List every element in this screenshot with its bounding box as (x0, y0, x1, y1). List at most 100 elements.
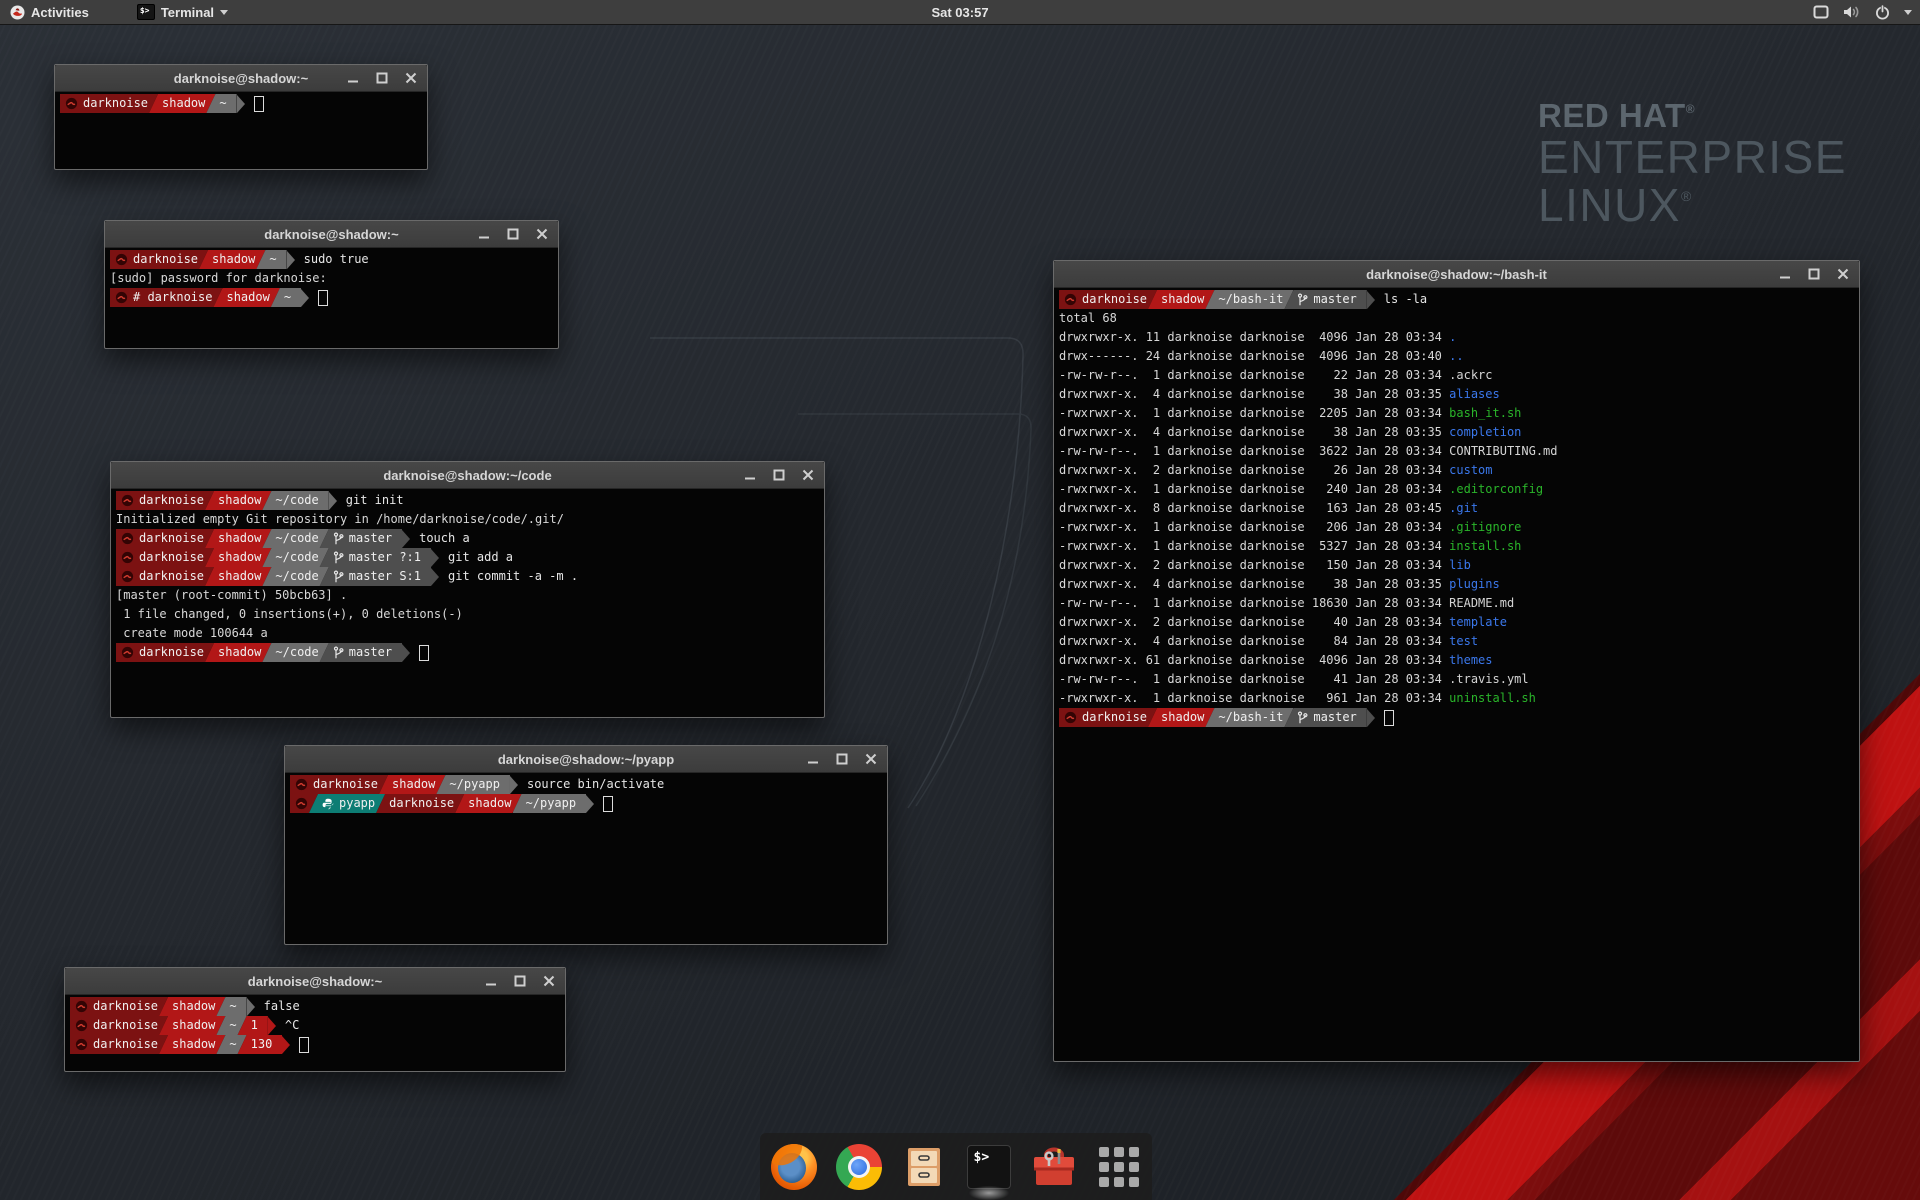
prompt-segment-host: shadow (205, 491, 271, 510)
prompt-segment-text: shadow (1161, 708, 1204, 727)
prompt-segment-path: ~/code (262, 643, 328, 662)
close-button[interactable] (1836, 267, 1850, 281)
prompt-segment-text: darknoise (139, 567, 204, 586)
terminal-content[interactable]: darknoiseshadow~sudo true[sudo] password… (105, 248, 558, 309)
app-grid-icon[interactable] (1095, 1143, 1143, 1191)
prompt-segment-text: shadow (218, 548, 261, 567)
terminal-content[interactable]: darknoiseshadow~/pyappsource bin/activat… (285, 773, 887, 815)
prompt-segment-text: shadow (218, 529, 261, 548)
prompt-segment-path: ~/code (262, 548, 328, 567)
screen-icon (1813, 5, 1829, 19)
terminal-line: Initialized empty Git repository in /hom… (116, 510, 819, 529)
close-icon (405, 72, 417, 84)
maximize-button[interactable] (772, 468, 786, 482)
maximize-button[interactable] (1807, 267, 1821, 281)
activities-label: Activities (31, 5, 89, 20)
close-button[interactable] (404, 71, 418, 85)
terminal-line: -rwxrwxr-x. 1 darknoise darknoise 5327 J… (1059, 537, 1854, 556)
prompt-segment-text: shadow (218, 491, 261, 510)
watermark-line3: LINUX® (1538, 182, 1847, 230)
maximize-button[interactable] (513, 974, 527, 988)
prompt-segment-text: 130 (251, 1035, 273, 1054)
watermark-line2: ENTERPRISE (1538, 134, 1847, 182)
ls-row-details: drwxrwxr-x. 4 darknoise darknoise 38 Jan… (1059, 575, 1449, 594)
window-titlebar[interactable]: darknoise@shadow:~ (55, 65, 427, 92)
prompt-arrow-icon (268, 1017, 276, 1035)
redhat-icon (295, 797, 308, 810)
prompt-segment-path: ~/pyapp (513, 794, 587, 813)
prompt-segment-text: ~/pyapp (449, 775, 500, 794)
minimize-button[interactable] (477, 227, 491, 241)
terminal-output-text: create mode 100644 a (116, 624, 268, 643)
close-button[interactable] (542, 974, 556, 988)
close-button[interactable] (801, 468, 815, 482)
ls-row-filename: .. (1449, 347, 1463, 366)
prompt-segment-text: # darknoise (133, 288, 212, 307)
prompt-segment-host: shadow (159, 1035, 225, 1054)
terminal-line: drwxrwxr-x. 2 darknoise darknoise 150 Ja… (1059, 556, 1854, 575)
prompt-segment-text: ~ (229, 997, 236, 1016)
prompt-segment-path: ~/code (262, 491, 328, 510)
window-titlebar[interactable]: darknoise@shadow:~/pyapp (285, 746, 887, 773)
ls-row-filename: . (1449, 328, 1456, 347)
prompt-segment-text: darknoise (139, 529, 204, 548)
prompt-segment-text: master (349, 529, 392, 548)
system-status-area[interactable] (1813, 0, 1912, 24)
prompt-segment-text: ~/code (275, 567, 318, 586)
prompt-segment-text: shadow (1161, 290, 1204, 309)
firefox-icon[interactable] (770, 1143, 818, 1191)
activities-button[interactable]: Activities (0, 0, 99, 24)
minimize-icon (807, 753, 819, 765)
terminal-line: -rw-rw-r--. 1 darknoise darknoise 18630 … (1059, 594, 1854, 613)
prompt-segment-venv: pyapp (309, 794, 385, 813)
terminal-content[interactable]: darknoiseshadow~/codegit initInitialized… (111, 489, 824, 664)
maximize-button[interactable] (506, 227, 520, 241)
window-titlebar[interactable]: darknoise@shadow:~/code (111, 462, 824, 489)
terminal-line: -rw-rw-r--. 1 darknoise darknoise 22 Jan… (1059, 366, 1854, 385)
terminal-line: -rwxrwxr-x. 1 darknoise darknoise 206 Ja… (1059, 518, 1854, 537)
terminal-cursor (1384, 710, 1394, 726)
minimize-button[interactable] (806, 752, 820, 766)
close-button[interactable] (535, 227, 549, 241)
maximize-button[interactable] (835, 752, 849, 766)
prompt-segment-text: shadow (162, 94, 205, 113)
minimize-button[interactable] (743, 468, 757, 482)
minimize-button[interactable] (1778, 267, 1792, 281)
terminal-content[interactable]: darknoiseshadow~ (55, 92, 427, 115)
app-menu-button[interactable]: $> Terminal (127, 0, 238, 24)
minimize-button[interactable] (346, 71, 360, 85)
terminal-line: drwxrwxr-x. 4 darknoise darknoise 38 Jan… (1059, 385, 1854, 404)
prompt-segment-host: shadow (205, 643, 271, 662)
window-titlebar[interactable]: darknoise@shadow:~ (105, 221, 558, 248)
prompt-segment-path: ~/bash-it (1205, 290, 1293, 309)
prompt-segment-text: darknoise (139, 643, 204, 662)
terminal-line: drwxrwxr-x. 8 darknoise darknoise 163 Ja… (1059, 499, 1854, 518)
terminal-command-text: sudo true (304, 250, 369, 269)
prompt-segment-text: ~ (284, 288, 291, 307)
minimize-icon (744, 469, 756, 481)
files-icon[interactable] (900, 1143, 948, 1191)
terminal-content[interactable]: darknoiseshadow~falsedarknoiseshadow~1^C… (65, 995, 565, 1056)
clock-label[interactable]: Sat 03:57 (931, 5, 988, 20)
close-button[interactable] (864, 752, 878, 766)
terminal-window-bash-it: darknoise@shadow:~/bash-it darknoiseshad… (1053, 260, 1860, 1062)
prompt-segment-text: ~ (229, 1035, 236, 1054)
terminal-command-text: false (264, 997, 300, 1016)
window-titlebar[interactable]: darknoise@shadow:~/bash-it (1054, 261, 1859, 288)
maximize-button[interactable] (375, 71, 389, 85)
terminal-dock-icon[interactable]: $> (965, 1143, 1013, 1191)
ls-row-details: drwxrwxr-x. 2 darknoise darknoise 150 Ja… (1059, 556, 1449, 575)
terminal-content[interactable]: darknoiseshadow~/bash-itmasterls -latota… (1054, 288, 1859, 729)
prompt-arrow-icon (247, 998, 255, 1016)
toolbox-icon[interactable] (1030, 1143, 1078, 1191)
terminal-line: darknoiseshadow~/codemastertouch a (116, 529, 819, 548)
prompt-segment-text: darknoise (83, 94, 148, 113)
chrome-icon[interactable] (835, 1143, 883, 1191)
terminal-line: drwx------. 24 darknoise darknoise 4096 … (1059, 347, 1854, 366)
window-titlebar[interactable]: darknoise@shadow:~ (65, 968, 565, 995)
terminal-line: -rw-rw-r--. 1 darknoise darknoise 41 Jan… (1059, 670, 1854, 689)
prompt-segment-text: ~/code (275, 643, 318, 662)
prompt-segment-host: shadow (205, 529, 271, 548)
prompt-segment-text: ~ (229, 1016, 236, 1035)
minimize-button[interactable] (484, 974, 498, 988)
